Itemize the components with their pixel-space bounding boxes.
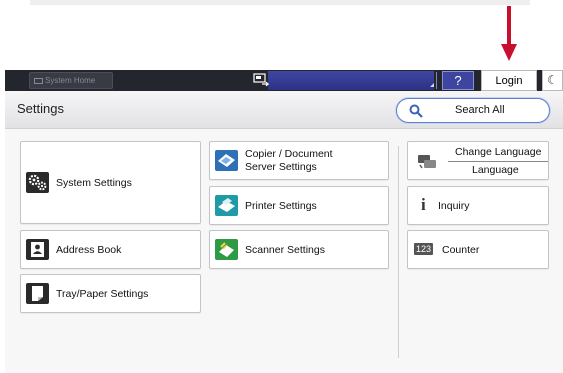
tray-paper-settings-label: Tray/Paper Settings (56, 288, 149, 300)
system-home-button[interactable]: System Home (29, 72, 113, 89)
language-icon (418, 155, 436, 169)
scanner-settings-tile[interactable]: Scanner Settings (209, 230, 389, 269)
address-book-tile[interactable]: Address Book (20, 230, 201, 269)
search-all-label: Search All (455, 104, 505, 116)
counter-icon: 123 (414, 243, 434, 255)
system-home-label: System Home (45, 76, 96, 85)
login-button[interactable]: Login (481, 70, 537, 91)
search-all-button[interactable]: Search All (396, 98, 550, 123)
copier-document-server-settings-tile[interactable]: Copier / Document Server Settings (209, 141, 389, 180)
system-settings-tile[interactable]: System Settings (20, 141, 201, 224)
gears-icon (26, 172, 49, 193)
settings-header: Settings Search All (5, 91, 563, 129)
scanner-settings-label: Scanner Settings (245, 244, 325, 256)
counter-tile[interactable]: 123 Counter (407, 230, 549, 269)
search-icon (409, 104, 423, 118)
copier-icon (215, 150, 238, 171)
copier-label-line2: Server Settings (245, 161, 317, 173)
printer-settings-label: Printer Settings (245, 200, 317, 212)
status-bar-expand-icon[interactable] (427, 72, 437, 89)
inquiry-icon: i (421, 195, 426, 214)
tray-paper-settings-tile[interactable]: Tray/Paper Settings (20, 274, 201, 313)
top-status-bar: System Home ? Login ☾ (5, 70, 563, 91)
help-button[interactable]: ? (442, 71, 474, 90)
inquiry-tile[interactable]: i Inquiry (407, 186, 549, 225)
address-book-label: Address Book (56, 244, 122, 256)
language-label: Language (472, 164, 519, 176)
moon-icon: ☾ (547, 73, 558, 87)
printer-settings-tile[interactable]: Printer Settings (209, 186, 389, 225)
job-status-icon[interactable] (253, 73, 269, 87)
settings-panel: Settings Search All System Settings Addr… (5, 91, 563, 373)
home-icon (34, 77, 43, 84)
change-language-label: Change Language (455, 146, 542, 158)
scanner-icon (215, 239, 238, 260)
copier-label-line1: Copier / Document (245, 148, 333, 160)
counter-label: Counter (442, 244, 480, 256)
system-settings-label: System Settings (56, 177, 132, 189)
top-strip (30, 0, 530, 5)
page-title: Settings (17, 101, 64, 116)
address-book-icon (26, 239, 49, 260)
printer-icon (215, 195, 238, 216)
inquiry-label: Inquiry (438, 200, 470, 212)
paper-icon (26, 283, 49, 304)
status-bar[interactable] (268, 71, 434, 90)
column-divider (398, 146, 399, 358)
change-language-tile[interactable]: Change Language Language (407, 141, 549, 180)
language-label-divider (448, 161, 548, 162)
energy-saver-button[interactable]: ☾ (542, 70, 563, 91)
red-arrow-indicator (501, 6, 517, 61)
